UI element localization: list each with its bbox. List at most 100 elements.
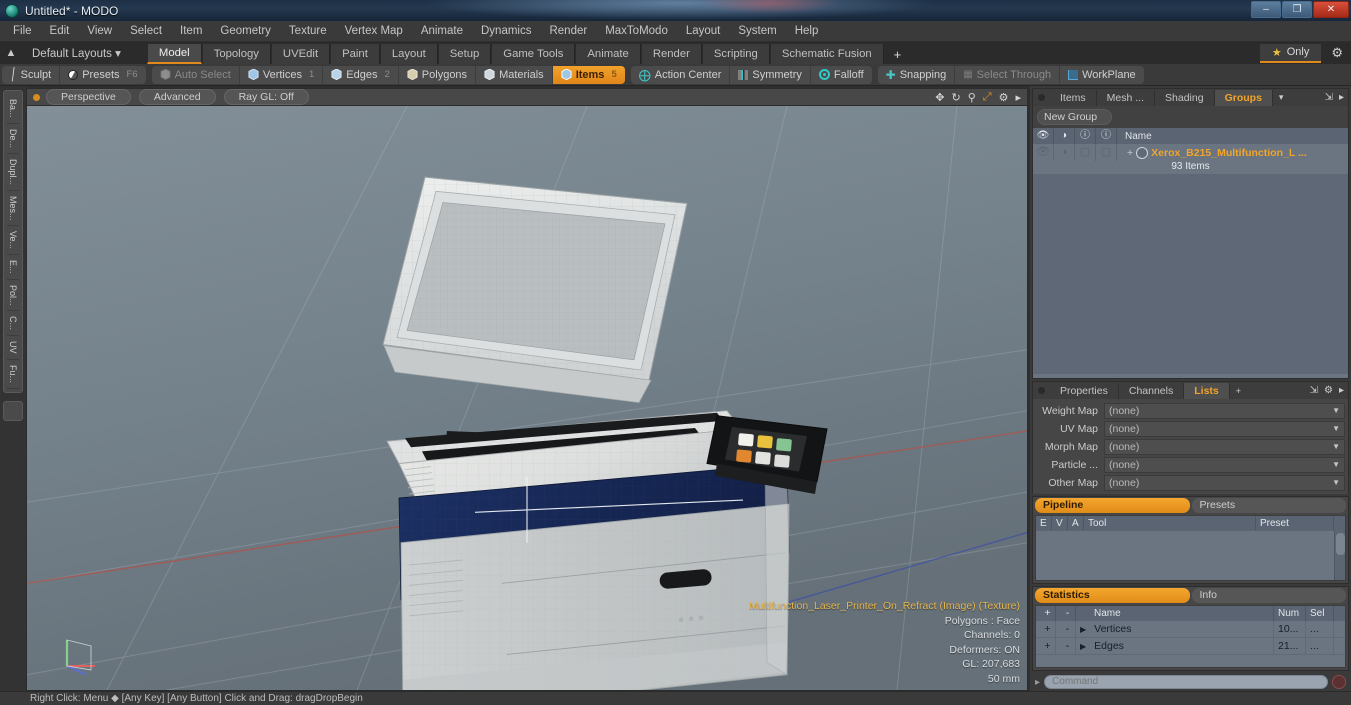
tab-presets[interactable]: Presets [1191,498,1346,514]
tab-mesh[interactable]: Mesh ... [1097,89,1156,106]
groups-tree-body[interactable]: 👁 ◑ ▢ ▢ + Xerox_B215_Multifunction_L ...… [1033,144,1348,379]
tab-lists[interactable]: Lists [1184,382,1230,399]
rail-tab-mesh[interactable]: Mes... [7,191,19,227]
tab-shading[interactable]: Shading [1155,89,1215,106]
layout-tab-animate[interactable]: Animate [575,44,641,64]
layout-tab-scripting[interactable]: Scripting [701,44,770,64]
pipeline-vertical-scrollbar[interactable] [1334,531,1345,581]
options-gear-icon[interactable]: ⚙ [999,91,1009,104]
menu-item-edit[interactable]: Edit [41,23,79,39]
pan-icon[interactable]: ✥ [935,91,944,104]
menu-item-file[interactable]: File [4,23,41,39]
layout-tab-render[interactable]: Render [640,44,702,64]
row-remove-button[interactable]: - [1056,637,1076,655]
chevron-right-icon[interactable]: ▸ [1035,677,1040,688]
row-remove-button[interactable]: - [1056,620,1076,638]
row-name-cell[interactable]: ▶ Edges [1076,637,1274,655]
gear-icon[interactable]: ⚙ [1327,45,1347,61]
scroll-thumb[interactable] [1335,533,1345,556]
rail-tab-uv[interactable]: UV [7,336,19,360]
materials-button[interactable]: Materials [476,65,553,84]
home-icon[interactable]: ▲ [0,47,22,59]
zoom-icon[interactable]: ⚲ [968,91,976,104]
snapping-button[interactable]: ✚ Snapping [878,65,956,84]
rail-tab-polygon[interactable]: Pol... [7,280,19,312]
layout-tab-paint[interactable]: Paint [330,44,380,64]
statistics-table-body[interactable]: + - ▶ Vertices 10... ... + - ▶ Edges 21.… [1036,620,1345,667]
layout-tab-setup[interactable]: Setup [437,44,492,64]
viewport-raygl-dropdown[interactable]: Ray GL: Off [223,89,309,105]
menu-item-layout[interactable]: Layout [677,23,730,39]
close-button[interactable]: ✕ [1313,1,1349,18]
menu-item-dynamics[interactable]: Dynamics [472,23,540,39]
menu-item-system[interactable]: System [729,23,785,39]
layout-preset-dropdown[interactable]: Default Layouts ▾ [22,46,131,60]
row-name-cell[interactable]: + Xerox_B215_Multifunction_L ... [1117,146,1348,159]
polygons-button[interactable]: Polygons [399,65,477,84]
symmetry-button[interactable]: Symmetry [730,65,811,84]
layout-tab-schematic-fusion[interactable]: Schematic Fusion [769,44,884,64]
weight-map-dropdown[interactable]: (none) ▼ [1104,402,1345,419]
items-button[interactable]: Items 5 [552,65,625,84]
row-toggle-b[interactable]: ▢ [1096,144,1117,161]
fit-icon[interactable]: ⤢ [983,91,992,104]
layout-tab-gametools[interactable]: Game Tools [491,44,576,64]
add-panel-tab-button[interactable]: + [1230,386,1247,396]
expander-icon[interactable]: + [1127,147,1133,159]
morph-map-dropdown[interactable]: (none) ▼ [1104,438,1345,455]
menu-item-render[interactable]: Render [540,23,596,39]
menu-item-help[interactable]: Help [786,23,828,39]
command-input[interactable] [1044,675,1328,689]
auto-select-button[interactable]: Auto Select [152,65,240,84]
menu-item-maxtomodo[interactable]: MaxToModo [596,23,677,39]
row-visibility-toggle[interactable]: 👁 [1033,144,1054,161]
vertices-button[interactable]: Vertices 1 [240,65,324,84]
maximize-button[interactable]: ❐ [1282,1,1312,18]
tab-info[interactable]: Info [1191,588,1346,604]
minimize-button[interactable]: – [1251,1,1281,18]
workplane-button[interactable]: WorkPlane [1060,66,1144,84]
menu-item-item[interactable]: Item [171,23,211,39]
table-row[interactable]: 👁 ◑ ▢ ▢ + Xerox_B215_Multifunction_L ... [1033,144,1348,161]
rail-tab-duplicate[interactable]: Dupl... [7,154,19,191]
chevron-right-icon[interactable]: ▸ [1015,91,1021,104]
table-row[interactable]: + - ▶ Edges 21... ... [1036,637,1345,656]
menu-item-animate[interactable]: Animate [412,23,472,39]
menu-item-texture[interactable]: Texture [280,23,336,39]
rail-tab-basic[interactable]: Ba... [7,94,19,124]
menu-item-select[interactable]: Select [121,23,171,39]
info-a-icon[interactable]: ⓘ [1075,128,1096,144]
chevron-down-icon[interactable]: ▾ [1273,92,1290,103]
expander-icon[interactable]: ▶ [1080,621,1086,638]
uv-map-dropdown[interactable]: (none) ▼ [1104,420,1345,437]
new-group-button[interactable]: New Group [1037,109,1113,125]
tab-pipeline[interactable]: Pipeline [1035,498,1190,514]
tab-statistics[interactable]: Statistics [1035,588,1190,604]
expand-icon[interactable]: ⇲ [1325,92,1333,103]
render-icon[interactable]: ◑ [1054,128,1075,144]
info-b-icon[interactable]: ⓘ [1096,128,1117,144]
layout-tab-uvedit[interactable]: UVEdit [270,44,331,64]
row-render-toggle[interactable]: ◑ [1054,144,1075,161]
expander-icon[interactable]: ▶ [1080,638,1086,655]
menu-item-vertex-map[interactable]: Vertex Map [336,23,412,39]
layout-tab-layout[interactable]: Layout [379,44,438,64]
particle-map-dropdown[interactable]: (none) ▼ [1104,456,1345,473]
viewport-shading-dropdown[interactable]: Advanced [138,89,216,105]
row-add-button[interactable]: + [1036,637,1056,655]
rail-extra-button[interactable] [3,400,23,421]
chevron-right-icon[interactable]: ▸ [1339,92,1344,103]
rail-tab-deform[interactable]: De... [7,124,19,154]
sculpt-button[interactable]: ╱ Sculpt [2,65,61,84]
action-center-button[interactable]: ⨁ Action Center [631,65,731,84]
panel-menu-dot-icon[interactable] [1038,94,1045,101]
rail-tab-vertex[interactable]: Ve... [7,226,19,256]
tab-channels[interactable]: Channels [1119,382,1185,399]
rail-tab-fusion[interactable]: Fu... [7,360,19,389]
edges-button[interactable]: Edges 2 [323,65,399,84]
tab-items[interactable]: Items [1050,89,1097,106]
rotate-icon[interactable]: ↻ [952,91,961,104]
row-toggle-a[interactable]: ▢ [1075,144,1096,161]
row-add-button[interactable]: + [1036,620,1056,638]
menu-item-view[interactable]: View [78,23,121,39]
